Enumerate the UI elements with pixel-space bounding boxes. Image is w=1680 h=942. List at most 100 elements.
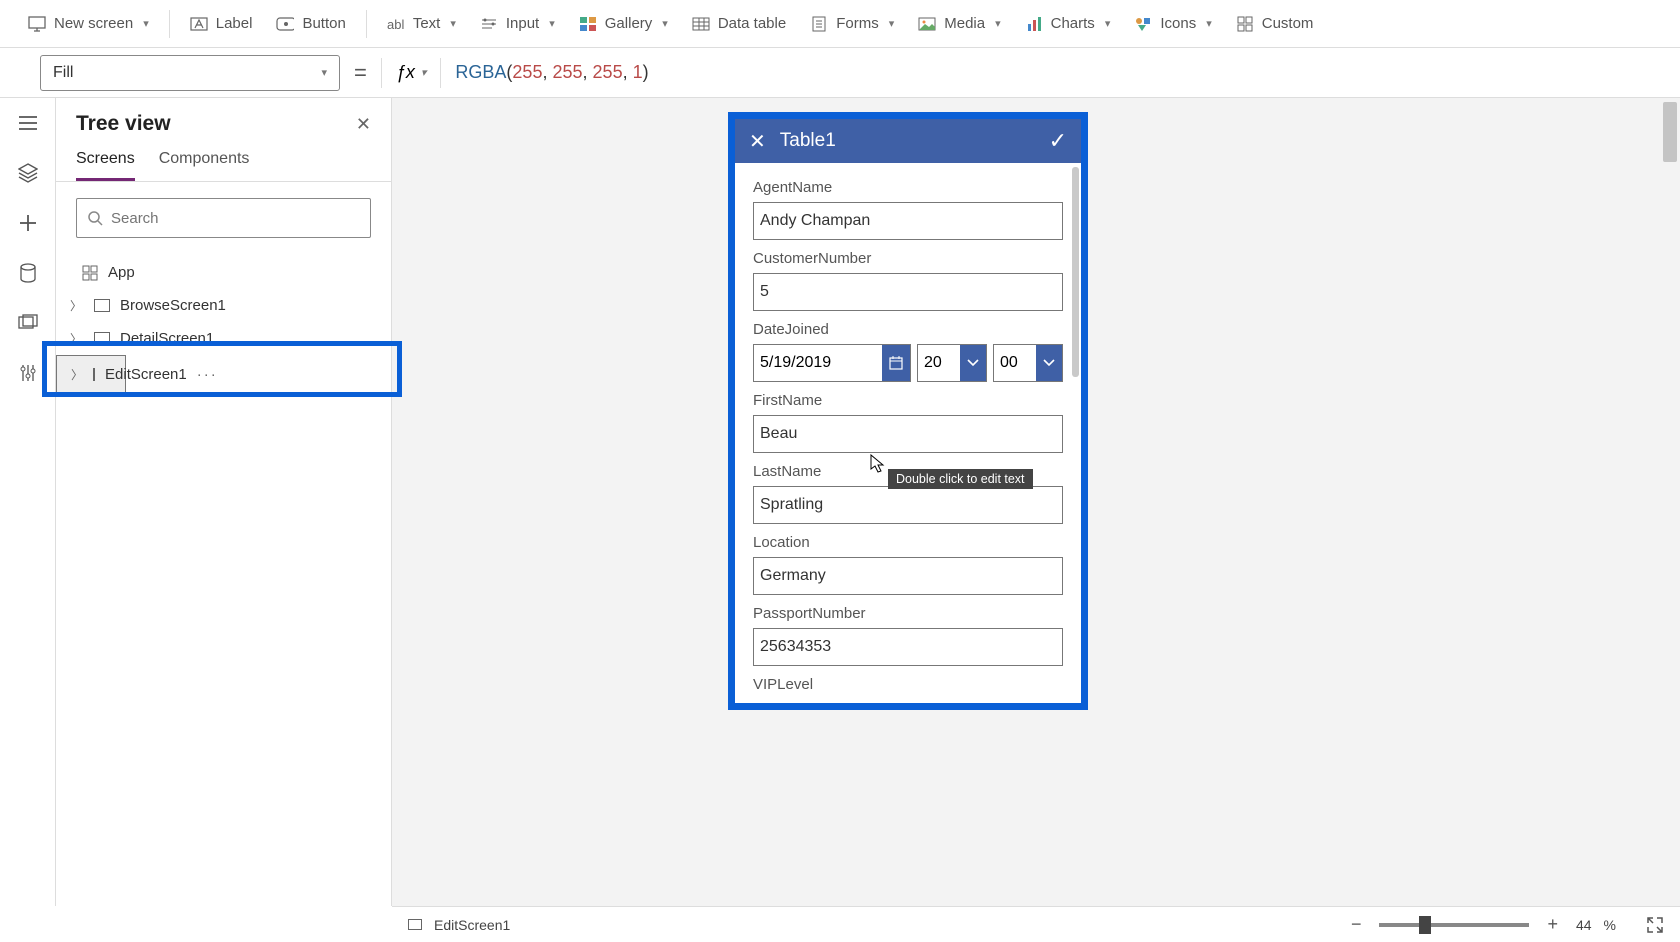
screen-icon xyxy=(28,15,46,33)
label-label: Label xyxy=(216,15,253,32)
text-icon: abl xyxy=(387,15,405,33)
data-table-button[interactable]: Data table xyxy=(682,9,796,39)
tree-app-label: App xyxy=(108,264,135,281)
tab-components[interactable]: Components xyxy=(159,150,250,181)
text-button[interactable]: abl Text ▾ xyxy=(377,9,466,39)
label-icon xyxy=(190,15,208,33)
search-input[interactable] xyxy=(76,198,371,238)
edit-form[interactable]: ✕ Table1 ✓ AgentName Andy Champan Custom… xyxy=(728,112,1088,710)
forms-button[interactable]: Forms ▾ xyxy=(800,9,904,39)
chevron-down-icon: ▾ xyxy=(321,66,327,79)
new-screen-button[interactable]: New screen ▾ xyxy=(18,9,159,39)
status-bar: EditScreen1 − + 44 % xyxy=(392,906,1680,942)
custom-label: Custom xyxy=(1262,15,1314,32)
formula-bar: Fill ▾ = ƒx▾ RGBA(255, 255, 255, 1) xyxy=(0,48,1680,98)
insert-icon[interactable] xyxy=(17,212,39,234)
charts-button[interactable]: Charts ▾ xyxy=(1015,9,1121,39)
input-button[interactable]: Input ▾ xyxy=(470,9,565,39)
formula-input[interactable]: RGBA(255, 255, 255, 1) xyxy=(455,62,648,83)
form-scrollbar[interactable] xyxy=(1072,167,1079,377)
media-label: Media xyxy=(944,15,985,32)
field-label: AgentName xyxy=(753,179,1063,196)
minute-select[interactable]: 00 xyxy=(993,344,1063,382)
button-label: Button xyxy=(302,15,345,32)
zoom-out-button[interactable]: − xyxy=(1345,914,1368,935)
media-button[interactable]: Media ▾ xyxy=(908,9,1010,39)
equals-sign: = xyxy=(354,60,367,86)
cancel-icon[interactable]: ✕ xyxy=(749,129,766,154)
tree-item-label: BrowseScreen1 xyxy=(120,297,226,314)
chevron-down-icon: ▾ xyxy=(450,17,456,30)
hour-select[interactable]: 20 xyxy=(917,344,987,382)
label-button[interactable]: Label xyxy=(180,9,263,39)
panel-title: Tree view xyxy=(76,112,171,136)
chevron-down-icon[interactable] xyxy=(1036,345,1062,381)
tree-view-icon[interactable] xyxy=(17,162,39,184)
screen-icon xyxy=(94,299,110,312)
tree-item-edit[interactable]: 〉 EditScreen1 ··· xyxy=(56,355,126,393)
forms-label: Forms xyxy=(836,15,879,32)
screen-icon xyxy=(408,919,422,930)
tree-item-detail[interactable]: 〉 DetailScreen1 xyxy=(56,322,391,355)
more-icon[interactable]: ··· xyxy=(197,366,228,383)
lastname-input[interactable]: Spratling xyxy=(753,486,1063,524)
left-rail xyxy=(0,98,56,906)
tab-screens[interactable]: Screens xyxy=(76,150,135,181)
agentname-input[interactable]: Andy Champan xyxy=(753,202,1063,240)
customernumber-input[interactable]: 5 xyxy=(753,273,1063,311)
custom-icon xyxy=(1236,15,1254,33)
charts-icon xyxy=(1025,15,1043,33)
custom-button[interactable]: Custom xyxy=(1226,9,1324,39)
property-selector[interactable]: Fill ▾ xyxy=(40,55,340,91)
chevron-down-icon[interactable] xyxy=(960,345,986,381)
icons-button[interactable]: Icons ▾ xyxy=(1124,9,1221,39)
date-picker[interactable]: 5/19/2019 xyxy=(753,344,911,382)
zoom-in-button[interactable]: + xyxy=(1541,914,1564,935)
chevron-down-icon: ▾ xyxy=(143,17,149,30)
form-body: AgentName Andy Champan CustomerNumber 5 … xyxy=(735,163,1081,703)
charts-label: Charts xyxy=(1051,15,1095,32)
scrollbar-thumb[interactable] xyxy=(1663,102,1677,162)
calendar-icon[interactable] xyxy=(882,345,910,381)
tree-item-browse[interactable]: 〉 BrowseScreen1 xyxy=(56,289,391,322)
slider-knob[interactable] xyxy=(1419,916,1431,934)
chevron-right-icon[interactable]: 〉 xyxy=(70,330,84,347)
submit-icon[interactable]: ✓ xyxy=(1049,128,1067,154)
chevron-down-icon: ▾ xyxy=(662,17,668,30)
icons-icon xyxy=(1134,15,1152,33)
data-icon[interactable] xyxy=(17,262,39,284)
fx-button[interactable]: ƒx▾ xyxy=(396,62,427,83)
field-label: Location xyxy=(753,534,1063,551)
forms-icon xyxy=(810,15,828,33)
location-input[interactable]: Germany xyxy=(753,557,1063,595)
media-icon xyxy=(918,15,936,33)
zoom-value: 44 xyxy=(1576,917,1592,933)
form-header: ✕ Table1 ✓ xyxy=(735,119,1081,163)
hamburger-icon[interactable] xyxy=(17,112,39,134)
chevron-right-icon[interactable]: 〉 xyxy=(71,366,83,383)
main-area: Tree view ✕ Screens Components App 〉 Bro… xyxy=(0,98,1680,906)
zoom-pct: % xyxy=(1604,917,1616,933)
tree-app[interactable]: App xyxy=(56,256,391,289)
advanced-tools-icon[interactable] xyxy=(17,362,39,384)
media-rail-icon[interactable] xyxy=(17,312,39,334)
close-icon[interactable]: ✕ xyxy=(356,114,371,135)
field-label: DateJoined xyxy=(753,321,1063,338)
zoom-slider[interactable] xyxy=(1379,923,1529,927)
expand-icon[interactable] xyxy=(1646,916,1664,934)
gallery-label: Gallery xyxy=(605,15,653,32)
field-label: FirstName xyxy=(753,392,1063,409)
tooltip: Double click to edit text xyxy=(888,469,1033,489)
canvas[interactable]: ✕ Table1 ✓ AgentName Andy Champan Custom… xyxy=(392,98,1680,906)
firstname-input[interactable]: Beau xyxy=(753,415,1063,453)
data-table-label: Data table xyxy=(718,15,786,32)
search-field[interactable] xyxy=(111,210,360,227)
chevron-right-icon[interactable]: 〉 xyxy=(70,297,84,314)
gallery-button[interactable]: Gallery ▾ xyxy=(569,9,678,39)
input-label: Input xyxy=(506,15,539,32)
scrollbar[interactable] xyxy=(1663,102,1677,902)
chevron-down-icon: ▾ xyxy=(1206,17,1212,30)
button-button[interactable]: Button xyxy=(266,9,355,39)
passportnumber-input[interactable]: 25634353 xyxy=(753,628,1063,666)
insert-ribbon: New screen ▾ Label Button abl Text ▾ Inp… xyxy=(0,0,1680,48)
